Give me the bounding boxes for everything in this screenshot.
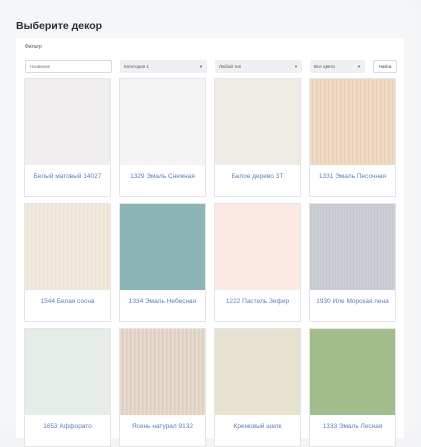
decor-swatch — [25, 204, 110, 290]
category-select[interactable]: Категория 1 ▼ — [120, 60, 207, 73]
decor-tile[interactable]: Белое дерево 3Т — [214, 78, 301, 197]
decor-tile[interactable]: Ясень натурал 9132 — [119, 328, 206, 447]
decor-swatch — [310, 329, 395, 415]
decor-tile[interactable]: 1930 Иле Морская пена — [309, 203, 396, 322]
decor-name: Белый матовый 14027 — [33, 173, 102, 180]
decor-swatch — [215, 329, 300, 415]
decor-tile[interactable]: 1544 Белая сосна — [24, 203, 111, 322]
type-select[interactable]: Любой тип ▼ — [215, 60, 302, 73]
decor-name: Белое дерево 3Т — [231, 173, 284, 180]
color-select-value: Все цвета — [314, 64, 335, 69]
decor-tile[interactable]: 1333 Эмаль Лесная — [309, 328, 396, 447]
page-title: Выберите декор — [16, 20, 103, 32]
decor-swatch — [120, 204, 205, 290]
decor-name: 1329 Эмаль Снежная — [130, 173, 195, 180]
chevron-down-icon: ▼ — [199, 64, 203, 69]
decor-tile[interactable]: 1334 Эмаль Небесная — [119, 203, 206, 322]
decor-swatch — [25, 329, 110, 415]
decor-tile[interactable]: Белый матовый 14027 — [24, 78, 111, 197]
decor-swatch — [215, 204, 300, 290]
color-select[interactable]: Все цвета ▼ — [310, 60, 365, 73]
decor-name: 1334 Эмаль Небесная — [128, 298, 197, 305]
type-select-value: Любой тип — [219, 64, 242, 69]
search-input[interactable] — [25, 60, 112, 73]
decor-name: 1331 Эмаль Песочная — [318, 173, 387, 180]
decor-tile[interactable]: 1222 Пастель Зефир — [214, 203, 301, 322]
decor-swatch — [120, 79, 205, 165]
decor-swatch — [310, 79, 395, 165]
chevron-down-icon: ▼ — [357, 64, 361, 69]
decor-name: 1930 Иле Морская пена — [316, 298, 389, 305]
chevron-down-icon: ▼ — [294, 64, 298, 69]
decor-tile[interactable]: 1331 Эмаль Песочная — [309, 78, 396, 197]
decor-swatch — [120, 329, 205, 415]
find-button[interactable]: Найти — [373, 60, 397, 73]
decor-tile[interactable]: Кремовый шелк — [214, 328, 301, 447]
decor-name: 1222 Пастель Зефир — [225, 298, 290, 305]
decor-swatch — [215, 79, 300, 165]
decor-card: Фильтр Категория 1 ▼ Любой тип ▼ Все цве… — [16, 38, 404, 447]
filter-label: Фильтр — [25, 44, 42, 50]
decor-swatch — [25, 79, 110, 165]
decor-picker-panel: Выберите декор Фильтр Категория 1 ▼ Любо… — [0, 0, 417, 447]
category-select-value: Категория 1 — [124, 64, 149, 69]
decor-tile[interactable]: 1653 Аффорато — [24, 328, 111, 447]
decor-name: 1544 Белая сосна — [40, 298, 95, 305]
decor-tile[interactable]: 1329 Эмаль Снежная — [119, 78, 206, 197]
decor-swatch — [310, 204, 395, 290]
